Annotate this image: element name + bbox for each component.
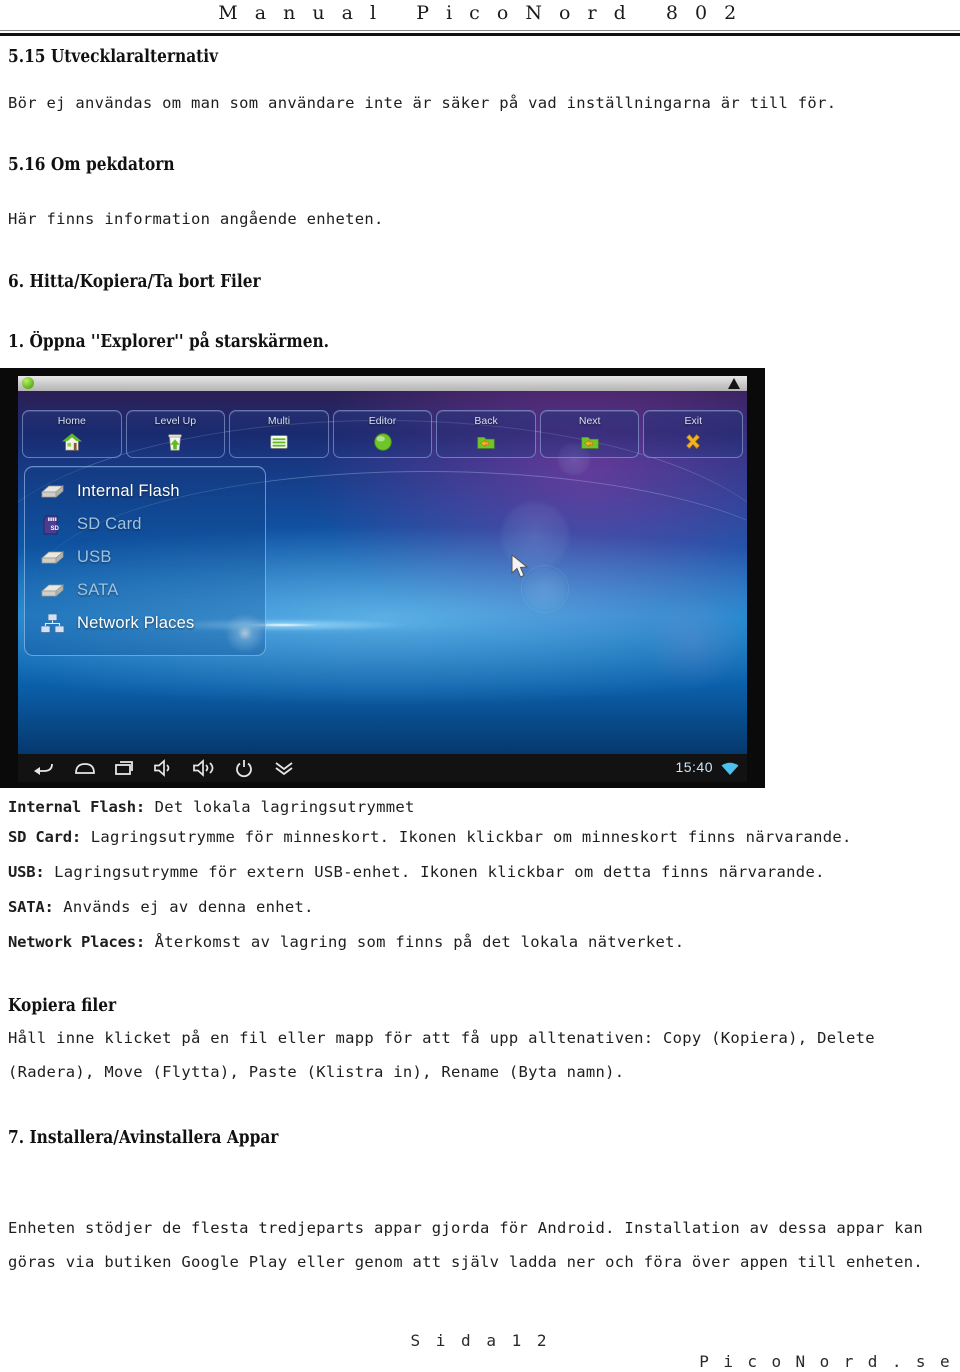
drive-icon bbox=[39, 481, 65, 503]
definition-desc: Lagringsutrymme för minneskort. Ikonen k… bbox=[81, 828, 852, 846]
mouse-cursor-icon bbox=[510, 554, 532, 580]
document-header-title: M a n u a l P i c o N o r d 8 0 2 bbox=[218, 2, 742, 24]
folder-next-icon bbox=[579, 431, 601, 453]
tablet-screenshot: Home Level Up Multi Editor Back Next Exi… bbox=[0, 368, 765, 788]
volume-up-icon[interactable] bbox=[192, 758, 218, 778]
list-icon bbox=[268, 431, 290, 453]
list-item[interactable]: Internal Flash bbox=[25, 475, 265, 508]
heading-7: 7. Installera/Avinstallera Appar bbox=[8, 1128, 279, 1148]
toolbar-label: Back bbox=[474, 415, 498, 427]
toolbar-button-level-up[interactable]: Level Up bbox=[125, 410, 226, 458]
definition-network-places: Network Places: Återkomst av lagring som… bbox=[8, 933, 684, 951]
heading-5-15: 5.15 Utvecklaralternativ bbox=[8, 47, 219, 67]
definition-sd-card: SD Card: Lagringsutrymme för minneskort.… bbox=[8, 828, 852, 846]
x-icon bbox=[682, 431, 704, 453]
back-arrow-icon[interactable] bbox=[32, 758, 58, 778]
paragraph-7-line2: göras via butiken Google Play eller geno… bbox=[8, 1253, 924, 1271]
paragraph-kopiera-line2: (Radera), Move (Flytta), Paste (Klistra … bbox=[8, 1063, 625, 1081]
definition-desc: Återkomst av lagring som finns på det lo… bbox=[144, 933, 685, 951]
heading-6: 6. Hitta/Kopiera/Ta bort Filer bbox=[8, 272, 261, 292]
wallpaper-bokeh bbox=[644, 594, 741, 691]
list-item[interactable]: SATA bbox=[25, 574, 265, 607]
toolbar-button-editor[interactable]: Editor bbox=[332, 410, 433, 458]
paragraph-5-16: Här finns information angående enheten. bbox=[8, 210, 384, 228]
toolbar-label: Level Up bbox=[154, 415, 197, 427]
desktop-wallpaper: Home Level Up Multi Editor Back Next Exi… bbox=[18, 391, 747, 754]
green-circle-icon bbox=[372, 431, 394, 453]
toolbar-label: Editor bbox=[368, 415, 397, 427]
toolbar-label: Home bbox=[57, 415, 86, 427]
heading-5-16: 5.16 Om pekdatorn bbox=[8, 155, 175, 175]
list-item[interactable]: USB bbox=[25, 541, 265, 574]
paragraph-5-15: Bör ej användas om man som användare int… bbox=[8, 94, 837, 112]
toolbar-button-home[interactable]: Home bbox=[22, 410, 122, 458]
explorer-toolbar: Home Level Up Multi Editor Back Next Exi… bbox=[22, 410, 744, 458]
list-item-label: SATA bbox=[77, 581, 119, 599]
footer-site-name: P i c o N o r d . s e bbox=[699, 1352, 952, 1371]
paragraph-kopiera-line1: Håll inne klicket på en fil eller mapp f… bbox=[8, 1029, 875, 1047]
recents-icon[interactable] bbox=[112, 758, 138, 778]
definition-term: Internal Flash: bbox=[8, 798, 145, 816]
document-page: M a n u a l P i c o N o r d 8 0 2 5.15 U… bbox=[0, 0, 960, 1372]
toolbar-label: Exit bbox=[684, 415, 703, 427]
list-item-label: USB bbox=[77, 548, 112, 566]
sdcard-icon: SD bbox=[39, 514, 65, 536]
folder-up-icon bbox=[164, 431, 186, 453]
toolbar-button-back[interactable]: Back bbox=[436, 410, 536, 458]
list-item-label: SD Card bbox=[77, 515, 142, 533]
definition-sata: SATA: Används ej av denna enhet. bbox=[8, 898, 314, 916]
list-item-label: Internal Flash bbox=[77, 482, 180, 500]
volume-down-icon[interactable] bbox=[152, 758, 178, 778]
house-icon bbox=[61, 431, 83, 453]
storage-list-panel: Internal Flash SD SD Card USB SATA Netwo… bbox=[24, 466, 266, 656]
footer-page-number: S i d a 1 2 bbox=[410, 1331, 550, 1350]
list-item[interactable]: Network Places bbox=[25, 607, 265, 640]
status-clock: 15:40 bbox=[675, 759, 713, 775]
chevron-double-down-icon[interactable] bbox=[272, 758, 298, 778]
toolbar-button-multi[interactable]: Multi bbox=[229, 410, 329, 458]
definition-usb: USB: Lagringsutrymme för extern USB-enhe… bbox=[8, 863, 825, 881]
definition-term: USB: bbox=[8, 863, 45, 881]
drive-icon bbox=[39, 547, 65, 569]
definition-desc: Används ej av denna enhet. bbox=[53, 898, 314, 916]
heading-kopiera-filer: Kopiera filer bbox=[8, 996, 117, 1016]
power-icon[interactable] bbox=[232, 758, 258, 778]
definition-desc: Det lokala lagringsutrymmet bbox=[144, 798, 415, 816]
toolbar-button-next[interactable]: Next bbox=[539, 410, 640, 458]
header-rule-thick bbox=[0, 33, 960, 36]
definition-term: SD Card: bbox=[8, 828, 82, 846]
list-item-label: Network Places bbox=[77, 614, 195, 632]
header-rule-thin bbox=[0, 30, 960, 31]
app-logo-icon bbox=[22, 377, 34, 389]
toolbar-label: Multi bbox=[267, 415, 291, 427]
step-1-open-explorer: 1. Öppna ''Explorer'' på starskärmen. bbox=[8, 332, 330, 352]
toolbar-button-exit[interactable]: Exit bbox=[643, 410, 744, 458]
folder-back-icon bbox=[475, 431, 497, 453]
collapse-triangle-icon[interactable] bbox=[728, 378, 740, 389]
paragraph-7-line1: Enheten stödjer de flesta tredjeparts ap… bbox=[8, 1219, 924, 1237]
definition-term: SATA: bbox=[8, 898, 54, 916]
home-icon[interactable] bbox=[72, 758, 98, 778]
toolbar-label: Next bbox=[578, 415, 601, 427]
explorer-title-bar bbox=[18, 376, 747, 391]
drive-icon bbox=[39, 580, 65, 602]
definition-desc: Lagringsutrymme för extern USB-enhet. Ik… bbox=[44, 863, 825, 881]
list-item[interactable]: SD SD Card bbox=[25, 508, 265, 541]
android-navigation-bar: 15:40 bbox=[18, 754, 747, 782]
definition-term: Network Places: bbox=[8, 933, 145, 951]
svg-text:SD: SD bbox=[51, 526, 60, 532]
tablet-screen: Home Level Up Multi Editor Back Next Exi… bbox=[18, 376, 747, 782]
network-icon bbox=[39, 613, 65, 635]
wifi-icon bbox=[721, 761, 739, 775]
definition-internal-flash: Internal Flash: Det lokala lagringsutrym… bbox=[8, 798, 415, 816]
